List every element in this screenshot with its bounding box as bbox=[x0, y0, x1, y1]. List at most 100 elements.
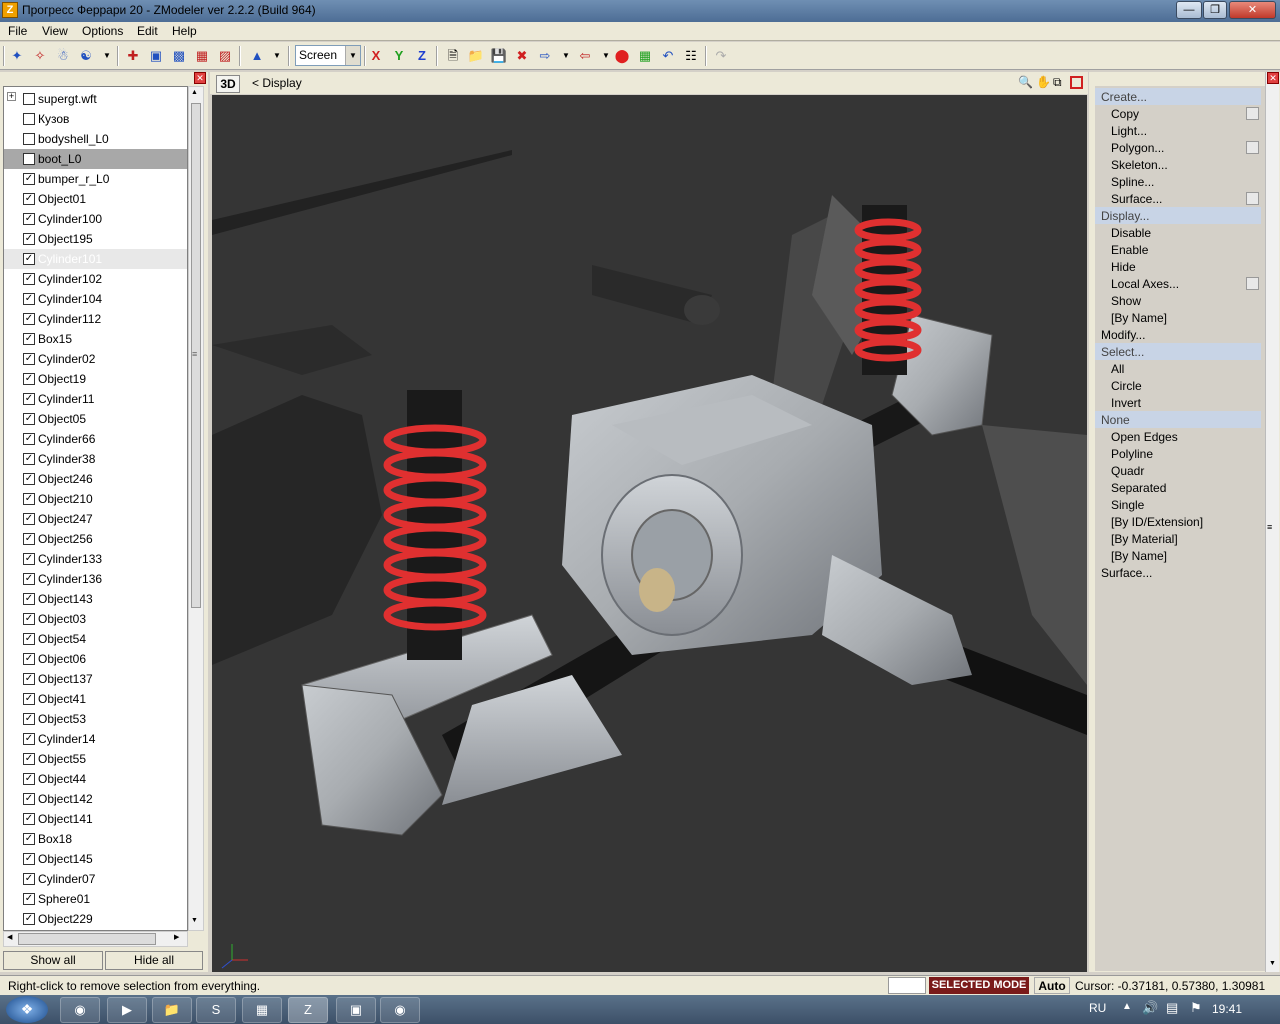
command-item[interactable]: None bbox=[1095, 411, 1261, 428]
scroll-up-icon[interactable]: ▲ bbox=[191, 89, 198, 96]
command-item[interactable]: Surface... bbox=[1095, 564, 1261, 581]
command-item[interactable]: Polygon... bbox=[1095, 139, 1261, 156]
list-item[interactable]: ✓ Object01 bbox=[4, 189, 187, 209]
command-item[interactable]: Copy bbox=[1095, 105, 1261, 122]
list-item[interactable]: ✓ bumper_r_L0 bbox=[4, 169, 187, 189]
list-item[interactable]: ✓ Cylinder101 bbox=[4, 249, 187, 269]
list-item[interactable]: ✓ Cylinder133 bbox=[4, 549, 187, 569]
list-item[interactable]: ✓ Cylinder07 bbox=[4, 869, 187, 889]
visibility-checkbox[interactable]: ✓ bbox=[23, 313, 35, 325]
list-item[interactable]: ✓ Object143 bbox=[4, 589, 187, 609]
list-item[interactable]: ✓ Object03 bbox=[4, 609, 187, 629]
menu-edit[interactable]: Edit bbox=[137, 24, 158, 38]
visibility-checkbox[interactable]: ✓ bbox=[23, 773, 35, 785]
list-item[interactable]: ✓ Box15 bbox=[4, 329, 187, 349]
render-sphere-icon[interactable]: ⬤ bbox=[613, 47, 631, 65]
axis-y-toggle[interactable]: Y bbox=[390, 47, 408, 65]
options-box-icon[interactable] bbox=[1246, 107, 1259, 120]
close-panel-icon[interactable]: ✕ bbox=[194, 72, 206, 84]
network-icon[interactable]: ▤ bbox=[1166, 1000, 1178, 1016]
cone-dropdown-icon[interactable]: ▼ bbox=[268, 47, 286, 65]
command-item[interactable]: Open Edges bbox=[1095, 428, 1261, 445]
visibility-checkbox[interactable]: ✓ bbox=[23, 453, 35, 465]
visibility-checkbox[interactable]: ✓ bbox=[23, 673, 35, 685]
visibility-checkbox[interactable]: ✓ bbox=[23, 793, 35, 805]
visibility-checkbox[interactable]: ✓ bbox=[23, 513, 35, 525]
visibility-checkbox[interactable]: ✓ bbox=[23, 413, 35, 425]
volume-icon[interactable]: 🔊 bbox=[1142, 1000, 1158, 1016]
list-item[interactable]: ✓ Object55 bbox=[4, 749, 187, 769]
visibility-checkbox[interactable]: ✓ bbox=[23, 653, 35, 665]
command-item[interactable]: Invert bbox=[1095, 394, 1261, 411]
import-dropdown-icon[interactable]: ▼ bbox=[557, 47, 575, 65]
list-item[interactable]: ✓ Object246 bbox=[4, 469, 187, 489]
command-item[interactable]: Spline... bbox=[1095, 173, 1261, 190]
viewport-breadcrumb[interactable]: < Display bbox=[252, 76, 302, 90]
app-taskbar-icon[interactable]: ▦ bbox=[242, 997, 282, 1023]
scroll-down-icon[interactable]: ▼ bbox=[1269, 960, 1276, 967]
view-select[interactable]: Screen ▼ bbox=[295, 45, 361, 66]
list-item[interactable]: boot_L0 bbox=[4, 149, 187, 169]
axis-z-toggle[interactable]: Z bbox=[413, 47, 431, 65]
start-button[interactable]: ❖ bbox=[6, 996, 48, 1023]
command-item[interactable]: Single bbox=[1095, 496, 1261, 513]
new-file-icon[interactable]: 🗎 bbox=[444, 47, 462, 65]
visibility-checkbox[interactable]: ✓ bbox=[23, 733, 35, 745]
visibility-checkbox[interactable]: ✓ bbox=[23, 893, 35, 905]
list-item[interactable]: ✓ Cylinder104 bbox=[4, 289, 187, 309]
selected-mode-badge[interactable]: SELECTED MODE bbox=[929, 977, 1029, 994]
visibility-checkbox[interactable]: ✓ bbox=[23, 853, 35, 865]
list-item[interactable]: ✓ Object256 bbox=[4, 529, 187, 549]
list-item[interactable]: ✓ Cylinder14 bbox=[4, 729, 187, 749]
visibility-checkbox[interactable]: ✓ bbox=[23, 473, 35, 485]
select-hierarchy-icon[interactable]: ☯ bbox=[77, 47, 95, 65]
visibility-checkbox[interactable]: ✓ bbox=[23, 633, 35, 645]
paint-taskbar-icon[interactable]: ◉ bbox=[380, 997, 420, 1023]
command-item[interactable]: Disable bbox=[1095, 224, 1261, 241]
visibility-checkbox[interactable] bbox=[23, 93, 35, 105]
command-item[interactable]: Circle bbox=[1095, 377, 1261, 394]
command-item[interactable]: Separated bbox=[1095, 479, 1261, 496]
select-object-icon[interactable]: ☃ bbox=[54, 47, 72, 65]
media-player-taskbar-icon[interactable]: ▶ bbox=[107, 997, 147, 1023]
save-disk-icon[interactable]: 💾 bbox=[490, 47, 508, 65]
menu-options[interactable]: Options bbox=[82, 24, 123, 38]
visibility-checkbox[interactable]: ✓ bbox=[23, 693, 35, 705]
visibility-checkbox[interactable]: ✓ bbox=[23, 173, 35, 185]
clock[interactable]: 19:41 bbox=[1212, 1002, 1242, 1016]
command-item[interactable]: [By ID/Extension] bbox=[1095, 513, 1261, 530]
toolbar-dropdown-icon[interactable]: ▼ bbox=[98, 47, 116, 65]
list-item[interactable]: ✓ Object137 bbox=[4, 669, 187, 689]
visibility-checkbox[interactable]: ✓ bbox=[23, 253, 35, 265]
flag-icon[interactable]: ⚑ bbox=[1190, 1000, 1202, 1016]
command-item[interactable]: [By Name] bbox=[1095, 547, 1261, 564]
visibility-checkbox[interactable]: ✓ bbox=[23, 333, 35, 345]
menu-help[interactable]: Help bbox=[172, 24, 197, 38]
visibility-checkbox[interactable]: ✓ bbox=[23, 753, 35, 765]
command-item[interactable]: Enable bbox=[1095, 241, 1261, 258]
list-item[interactable]: ✓ Object145 bbox=[4, 849, 187, 869]
select-edge-icon[interactable]: ✧ bbox=[31, 47, 49, 65]
visibility-checkbox[interactable] bbox=[23, 113, 35, 125]
3d-viewport[interactable] bbox=[212, 95, 1087, 972]
command-item[interactable]: Skeleton... bbox=[1095, 156, 1261, 173]
list-item[interactable]: ✓ Object210 bbox=[4, 489, 187, 509]
list-item[interactable]: ✓ Object41 bbox=[4, 689, 187, 709]
visibility-checkbox[interactable]: ✓ bbox=[23, 553, 35, 565]
stop-icon[interactable] bbox=[1070, 76, 1083, 89]
object-list-vertical-scrollbar[interactable]: ≡ ▲ ▼ bbox=[188, 86, 204, 931]
options-box-icon[interactable] bbox=[1246, 192, 1259, 205]
command-item[interactable]: Select... bbox=[1095, 343, 1261, 360]
visibility-checkbox[interactable]: ✓ bbox=[23, 593, 35, 605]
list-item[interactable]: supergt.wft bbox=[4, 89, 187, 109]
wire-cube-icon[interactable]: ▦ bbox=[193, 47, 211, 65]
visibility-checkbox[interactable]: ✓ bbox=[23, 573, 35, 585]
scroll-thumb-horizontal[interactable] bbox=[18, 933, 156, 945]
command-item[interactable]: All bbox=[1095, 360, 1261, 377]
list-item[interactable]: ✓ Cylinder38 bbox=[4, 449, 187, 469]
visibility-checkbox[interactable]: ✓ bbox=[23, 353, 35, 365]
visibility-checkbox[interactable]: ✓ bbox=[23, 393, 35, 405]
close-window-button[interactable]: ✕ bbox=[1229, 1, 1276, 19]
axis-x-toggle[interactable]: X bbox=[367, 47, 385, 65]
import-icon[interactable]: ⇨ bbox=[536, 47, 554, 65]
